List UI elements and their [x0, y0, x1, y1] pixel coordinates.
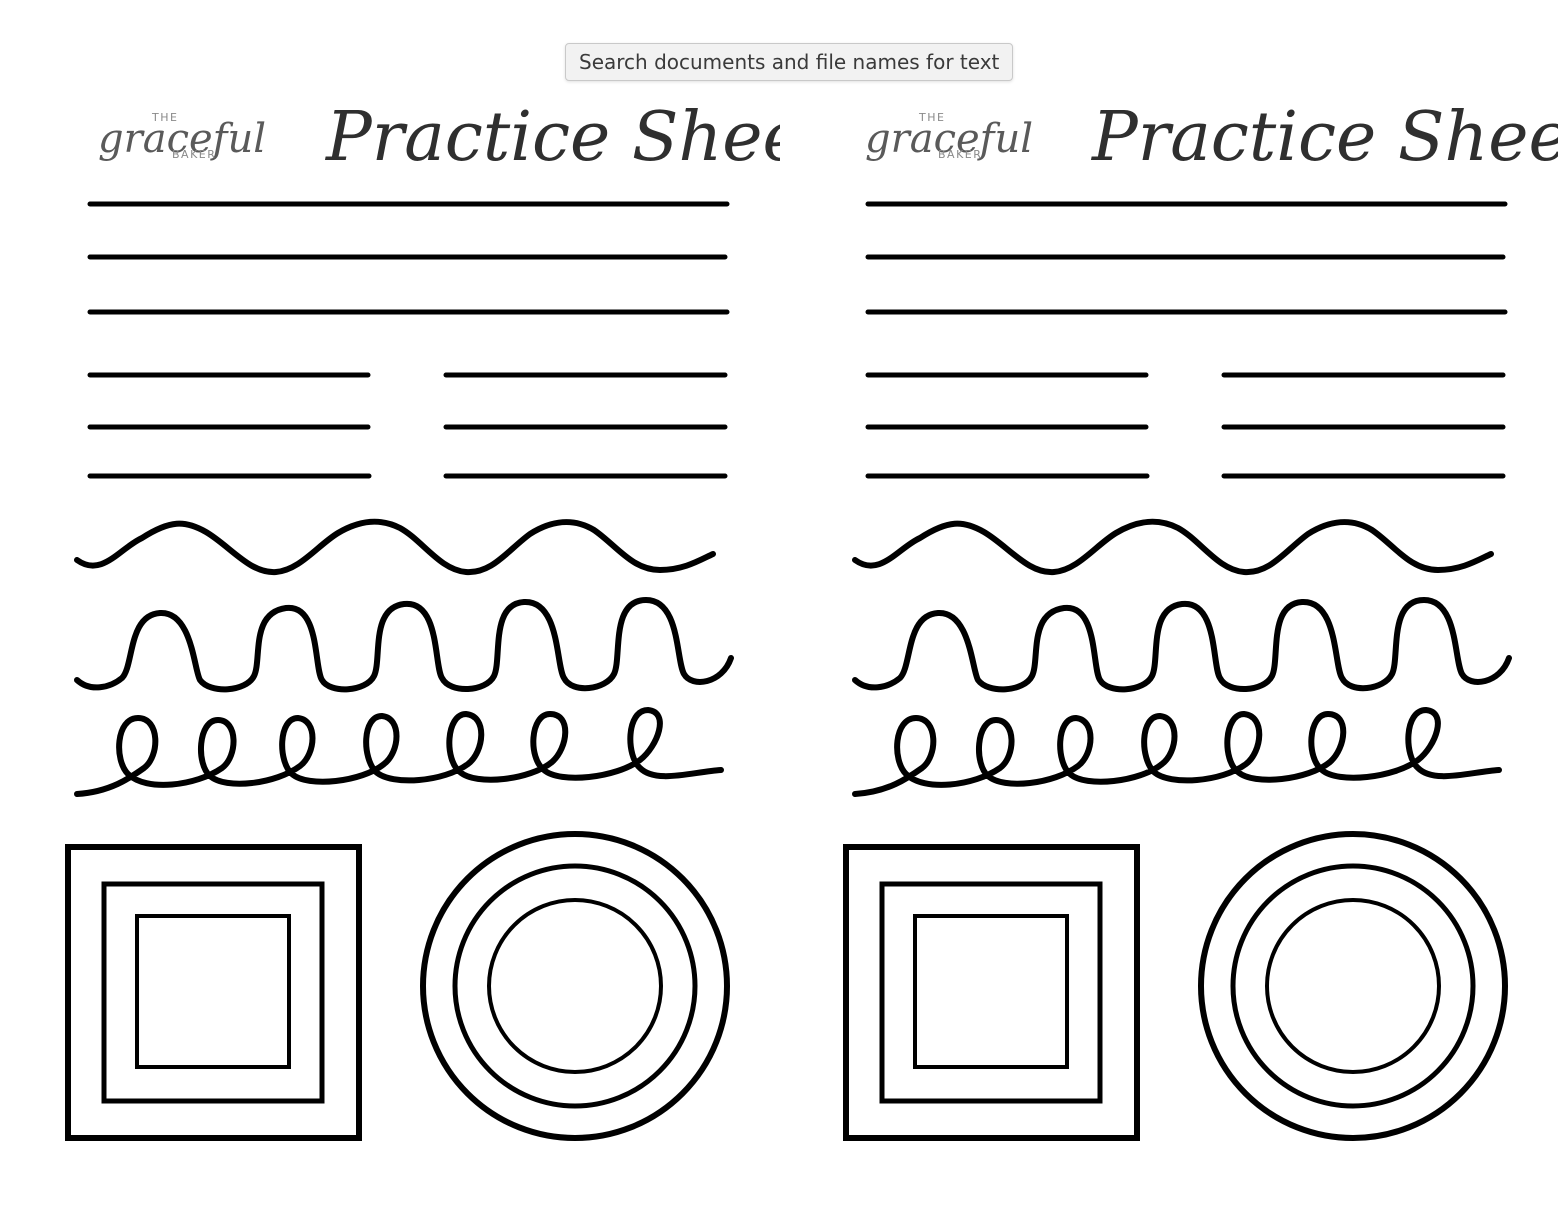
practice-sheet-drawing: THE graceful BAKER Practice Sheet	[65, 98, 780, 1141]
circle-outer	[1198, 831, 1508, 1141]
stroke-drills	[74, 518, 734, 797]
circle-inner	[1265, 898, 1441, 1074]
stroke-drills	[852, 518, 1512, 797]
square-inner	[135, 914, 291, 1069]
practice-sheet-right: THE graceful BAKER Practice Sheet	[778, 0, 1558, 1220]
graceful-baker-logo: THE graceful BAKER	[865, 111, 1033, 162]
loop-stroke	[74, 707, 724, 797]
logo-baker-text: BAKER	[938, 148, 982, 161]
nested-circles	[1198, 831, 1508, 1141]
wave-stroke	[852, 518, 1494, 576]
logo-baker-text: BAKER	[172, 148, 216, 161]
loop-stroke	[852, 707, 1502, 797]
writing-lines	[87, 201, 730, 479]
square-outer	[65, 844, 362, 1141]
practice-sheet-left: THE graceful BAKER Practice Sheet	[0, 0, 780, 1220]
document-viewer: Search documents and file names for text…	[0, 0, 1564, 1220]
square-inner	[913, 914, 1069, 1069]
sheet-title: Practice Sheet	[1090, 98, 1558, 177]
arch-stroke	[852, 597, 1512, 693]
sheet-title: Practice Sheet	[324, 98, 780, 177]
practice-sheet-drawing: THE graceful BAKER Practice Sheet	[843, 98, 1558, 1141]
nested-circles	[420, 831, 730, 1141]
circle-inner	[487, 898, 663, 1074]
arch-stroke	[74, 597, 734, 693]
circle-outer	[420, 831, 730, 1141]
graceful-baker-logo: THE graceful BAKER	[98, 111, 266, 162]
square-outer	[843, 844, 1140, 1141]
nested-squares	[65, 844, 362, 1141]
writing-lines	[865, 201, 1508, 479]
search-tooltip: Search documents and file names for text	[565, 43, 1014, 81]
wave-stroke	[74, 518, 716, 576]
nested-squares	[843, 844, 1140, 1141]
